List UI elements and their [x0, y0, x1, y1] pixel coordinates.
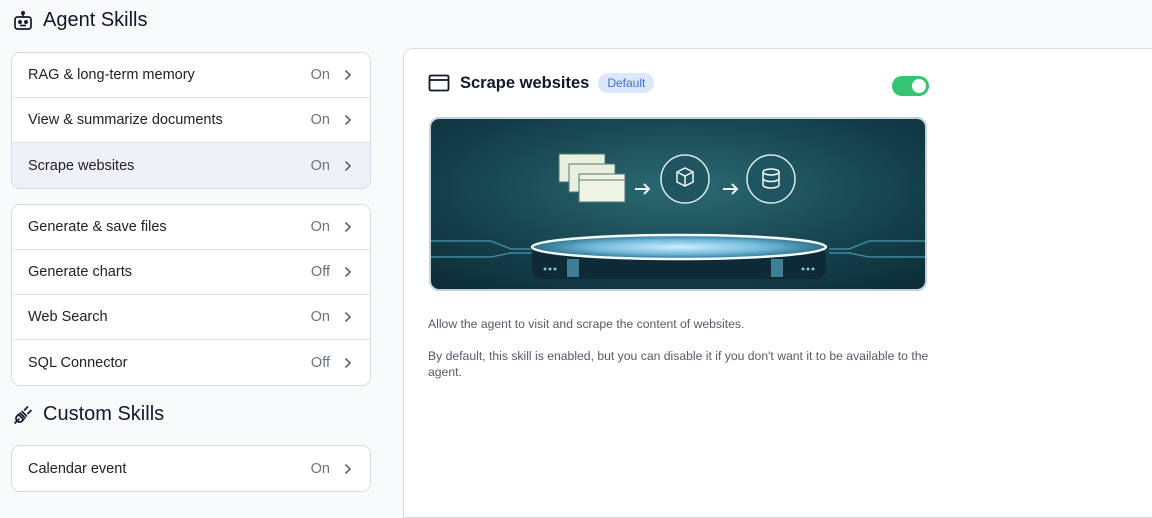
chevron-right-icon: [344, 159, 354, 173]
scrape-illustration-image: [431, 119, 925, 289]
skill-label: Web Search: [28, 309, 108, 325]
browser-window-icon: [428, 74, 450, 92]
chevron-right-icon: [344, 68, 354, 82]
skill-label: Calendar event: [28, 460, 127, 477]
skill-label: Generate & save files: [28, 219, 167, 235]
chevron-right-icon: [344, 113, 354, 127]
skill-row-calendar-event[interactable]: Calendar event On: [12, 446, 370, 491]
skill-row-rag[interactable]: RAG & long-term memory On: [12, 53, 370, 98]
skill-label: Generate charts: [28, 264, 132, 280]
toggle-knob: [912, 79, 926, 93]
skill-detail-title: Scrape websites: [460, 73, 590, 92]
skill-description-secondary: By default, this skill is enabled, but y…: [428, 349, 929, 379]
custom-skills-group: Calendar event On: [11, 445, 371, 492]
skill-status: On: [310, 112, 330, 128]
agent-skills-heading: Agent Skills: [12, 9, 148, 32]
chevron-right-icon: [344, 310, 354, 324]
skill-description-primary: Allow the agent to visit and scrape the …: [428, 317, 745, 331]
skill-label: SQL Connector: [28, 354, 128, 371]
skill-detail-header: Scrape websites Default: [428, 73, 655, 93]
skill-illustration: [429, 117, 927, 291]
skill-status: Off: [310, 264, 330, 280]
skill-label: Scrape websites: [28, 157, 135, 174]
skill-enabled-toggle[interactable]: [892, 76, 929, 96]
sidebar: Agent Skills RAG & long-term memory On V…: [0, 0, 390, 504]
skill-row-generate-save-files[interactable]: Generate & save files On: [12, 205, 370, 250]
robot-icon: [14, 10, 32, 30]
custom-skills-title: Custom Skills: [43, 403, 165, 425]
skill-row-web-search[interactable]: Web Search On: [12, 295, 370, 340]
skill-status: On: [310, 67, 330, 83]
skill-label: View & summarize documents: [28, 112, 223, 128]
skill-row-generate-charts[interactable]: Generate charts Off: [12, 250, 370, 295]
skill-detail-panel: Scrape websites Default Allow the agent …: [403, 48, 1152, 518]
skill-status: On: [310, 309, 330, 325]
default-badge: Default: [598, 73, 655, 93]
skills-group-2: Generate & save files On Generate charts…: [11, 204, 371, 386]
chevron-right-icon: [344, 462, 354, 476]
chevron-right-icon: [344, 265, 354, 279]
skill-status: On: [310, 157, 330, 174]
agent-skills-title: Agent Skills: [43, 9, 148, 31]
skill-row-sql-connector[interactable]: SQL Connector Off: [12, 340, 370, 385]
plug-icon: [14, 405, 32, 424]
skill-row-view-summarize[interactable]: View & summarize documents On: [12, 98, 370, 143]
skill-status: Off: [310, 354, 330, 371]
skill-status: On: [310, 219, 330, 235]
skill-status: On: [310, 460, 330, 477]
skill-label: RAG & long-term memory: [28, 67, 195, 83]
skill-row-scrape-websites[interactable]: Scrape websites On: [12, 143, 370, 188]
custom-skills-heading: Custom Skills: [12, 403, 164, 426]
chevron-right-icon: [344, 356, 354, 370]
chevron-right-icon: [344, 220, 354, 234]
skills-group-1: RAG & long-term memory On View & summari…: [11, 52, 371, 189]
